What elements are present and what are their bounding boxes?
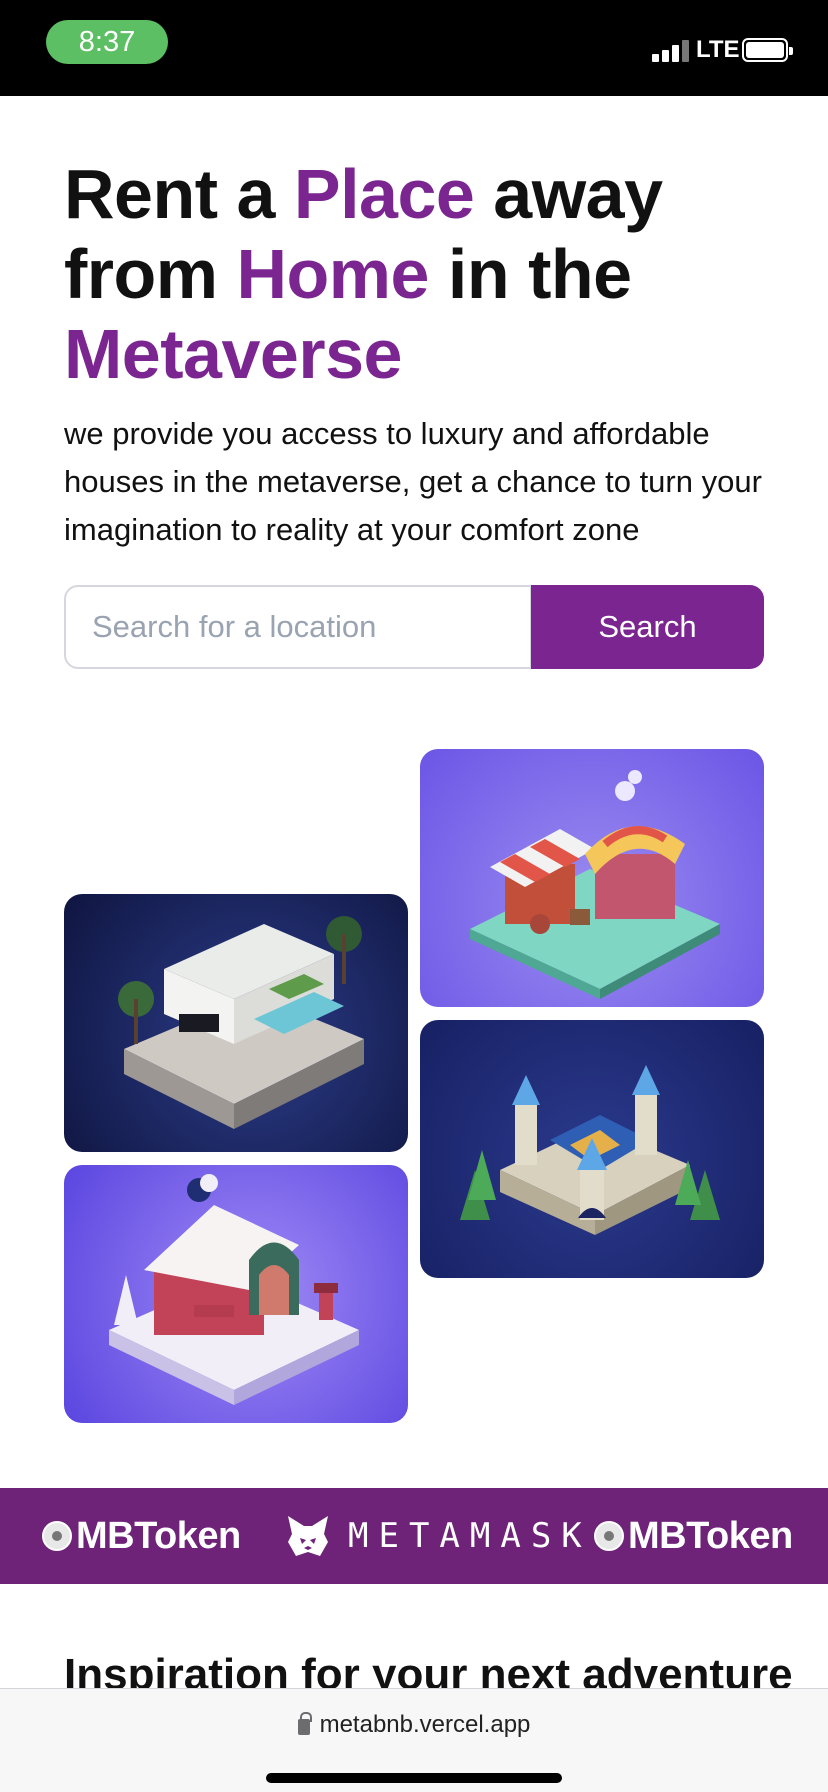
- hero-title-text: Rent a: [64, 155, 294, 233]
- castle-illustration: [460, 1065, 720, 1235]
- status-time: 8:37: [46, 20, 168, 64]
- metamask-fox-icon: [288, 1516, 328, 1556]
- partner-mbtoken: MBToken: [42, 1488, 241, 1584]
- network-type: LTE: [696, 36, 740, 63]
- mbtoken-coin-icon: [594, 1521, 624, 1551]
- partner-label: MBToken: [76, 1514, 241, 1557]
- modern-villa-illustration: [118, 916, 364, 1129]
- partner-label: MBToken: [628, 1514, 793, 1557]
- partner-metamask: METAMASK: [284, 1488, 592, 1584]
- hero-subtitle: we provide you access to luxury and affo…: [64, 416, 762, 547]
- url-container[interactable]: metabnb.vercel.app: [0, 1711, 828, 1739]
- signal-strength-icon: [652, 38, 690, 62]
- partner-label: METAMASK: [348, 1516, 592, 1556]
- castle-tile[interactable]: [420, 1020, 764, 1278]
- hero-title-highlight-home: Home: [236, 235, 430, 313]
- url-text[interactable]: metabnb.vercel.app: [320, 1711, 531, 1739]
- winter-cottage-illustration: [109, 1174, 359, 1405]
- modern-villa-tile[interactable]: [64, 894, 408, 1152]
- lock-icon: [297, 1712, 312, 1735]
- hero-title-highlight-place: Place: [293, 155, 475, 233]
- hero-title-highlight-metaverse: Metaverse: [64, 315, 402, 393]
- home-indicator[interactable]: [266, 1773, 562, 1783]
- hero-title: Rent a Place away from Home in the Metav…: [64, 154, 784, 394]
- hero-title-text: away: [474, 155, 663, 233]
- hero-title-text: in the: [428, 235, 632, 313]
- search-button[interactable]: Search: [531, 585, 764, 669]
- winter-cottage-tile[interactable]: [64, 1165, 408, 1423]
- browser-address-bar[interactable]: metabnb.vercel.app: [0, 1688, 828, 1792]
- market-stall-illustration: [470, 770, 720, 999]
- location-search-input[interactable]: [64, 585, 532, 669]
- mbtoken-coin-icon: [42, 1521, 72, 1551]
- status-bar: 8:37 LTE: [0, 0, 828, 96]
- partner-mbtoken: MBToken: [594, 1488, 793, 1584]
- market-stall-tile[interactable]: [420, 749, 764, 1007]
- partners-band: MBToken METAMASK MBToken: [0, 1488, 828, 1584]
- hero-title-text: from: [64, 235, 237, 313]
- battery-icon: [742, 38, 793, 62]
